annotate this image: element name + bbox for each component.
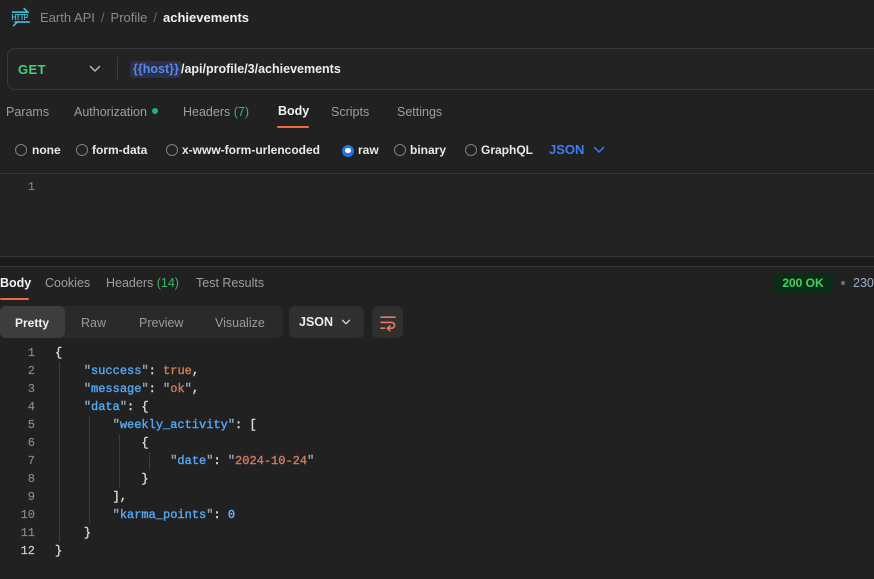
svg-text:HTTP: HTTP [11, 13, 28, 23]
